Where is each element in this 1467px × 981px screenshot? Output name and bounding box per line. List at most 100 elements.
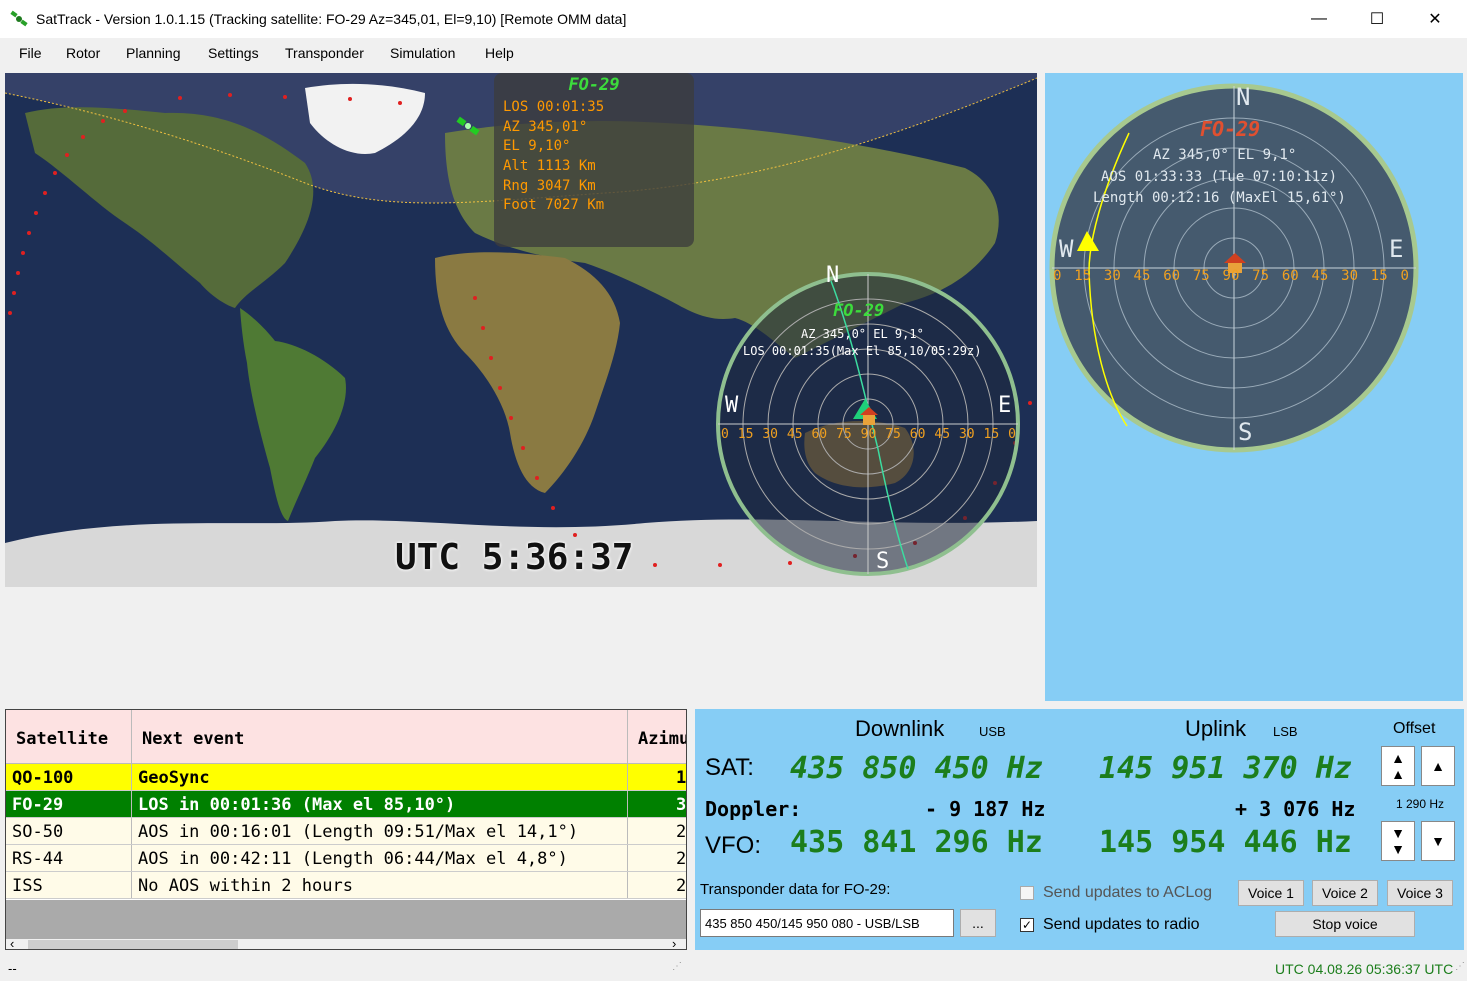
map-polar-labels: N S E W FO-29 AZ 345,0° EL 9,1° LOS 00:0… xyxy=(713,263,1023,579)
table-cell-azimuth: 1 xyxy=(628,764,686,790)
down-arrow-icon: ▼ xyxy=(1431,833,1445,849)
minimize-button[interactable]: — xyxy=(1290,0,1348,38)
sat-label: SAT: xyxy=(705,754,754,781)
info-el: EL 9,10° xyxy=(503,138,571,154)
sat-uplink-freq: 145 951 370 Hz xyxy=(1099,751,1352,786)
map-polar-scale: 0 15 30 45 60 75 90 75 60 45 30 15 0 xyxy=(721,427,1016,442)
table-cell-event: AOS in 00:42:11 (Length 06:44/Max el 4,8… xyxy=(132,845,628,871)
voice-1-button[interactable]: Voice 1 xyxy=(1238,880,1304,906)
table-cell-event: No AOS within 2 hours xyxy=(132,872,628,898)
menu-simulation[interactable]: Simulation xyxy=(390,45,455,61)
column-header-next-event[interactable]: Next event xyxy=(132,710,628,764)
satellite-app-icon xyxy=(10,10,28,27)
right-polar-aos: AOS 01:33:33 (Tue 07:10:11z) xyxy=(1101,169,1338,185)
send-aclog-label: Send updates to ACLog xyxy=(1043,884,1213,901)
offset-fast-up-button[interactable]: ▲ ▲ xyxy=(1381,746,1415,786)
table-row[interactable]: SO-50 AOS in 00:16:01 (Length 09:51/Max … xyxy=(6,818,686,845)
right-polar-s: S xyxy=(1238,418,1253,446)
transponder-label: Transponder data for FO-29: xyxy=(700,881,891,898)
info-sat-name: FO-29 xyxy=(568,75,620,95)
table-cell-satellite: RS-44 xyxy=(6,845,132,871)
downlink-mode: USB xyxy=(979,724,1006,739)
table-cell-satellite: FO-29 xyxy=(6,791,132,817)
offset-fast-down-button[interactable]: ▼ ▼ xyxy=(1381,821,1415,861)
menu-file[interactable]: File xyxy=(19,45,42,61)
map-polar-e: E xyxy=(998,393,1012,418)
vfo-downlink-freq: 435 841 296 Hz xyxy=(790,825,1043,860)
info-rng: Rng 3047 Km xyxy=(503,178,596,194)
polar-panel: N S E W FO-29 AZ 345,0° EL 9,1° AOS 01:3… xyxy=(1045,73,1463,701)
scroll-right-icon[interactable]: › xyxy=(672,936,676,949)
scroll-left-icon[interactable]: ‹ xyxy=(10,936,14,949)
column-header-azimuth[interactable]: Azimu xyxy=(628,710,686,764)
radio-panel: Downlink USB Uplink LSB Offset SAT: 435 … xyxy=(695,709,1464,950)
doppler-uplink: + 3 076 Hz xyxy=(1235,797,1356,821)
table-cell-azimuth: 2 xyxy=(628,845,686,871)
table-cell-satellite: SO-50 xyxy=(6,818,132,844)
stop-voice-button[interactable]: Stop voice xyxy=(1275,911,1415,937)
utc-clock: UTC 5:36:37 xyxy=(395,537,634,578)
menu-settings[interactable]: Settings xyxy=(208,45,259,61)
column-header-satellite[interactable]: Satellite xyxy=(6,710,132,764)
maximize-button[interactable]: ☐ xyxy=(1348,0,1406,38)
map-polar-los: LOS 00:01:35(Max El 85,10/05:29z) xyxy=(743,344,982,358)
table-row[interactable]: QO-100 GeoSync 1 xyxy=(6,764,686,791)
voice-3-button[interactable]: Voice 3 xyxy=(1387,880,1453,906)
send-radio-label: Send updates to radio xyxy=(1043,916,1200,933)
info-foot: Foot 7027 Km xyxy=(503,197,605,213)
send-radio-checkbox[interactable]: ✓ xyxy=(1020,918,1034,932)
table-cell-azimuth: 2 xyxy=(628,818,686,844)
right-polar-n: N xyxy=(1236,83,1251,111)
table-row[interactable]: ISS No AOS within 2 hours 2 xyxy=(6,872,686,899)
offset-up-button[interactable]: ▲ xyxy=(1421,746,1455,786)
satellite-info-box: FO-29 LOS 00:01:35 AZ 345,01° EL 9,10° A… xyxy=(494,73,694,247)
window-title: SatTrack - Version 1.0.1.15 (Tracking sa… xyxy=(36,11,627,27)
table-empty-area xyxy=(6,900,686,939)
info-alt: Alt 1113 Km xyxy=(503,158,596,174)
table-row[interactable]: RS-44 AOS in 00:42:11 (Length 06:44/Max … xyxy=(6,845,686,872)
table-cell-event: LOS in 00:01:36 (Max el 85,10°) xyxy=(132,791,628,817)
map-polar-w: W xyxy=(725,393,739,418)
scrollbar-thumb[interactable] xyxy=(28,940,238,949)
browse-transponder-button[interactable]: ... xyxy=(960,909,996,937)
right-polar-length: Length 00:12:16 (MaxEl 15,61°) xyxy=(1093,190,1346,206)
satellite-table[interactable]: Satellite Next event Azimu QO-100 GeoSyn… xyxy=(5,709,687,950)
transponder-data-field[interactable] xyxy=(700,909,954,937)
voice-2-button[interactable]: Voice 2 xyxy=(1312,880,1378,906)
right-polar-e: E xyxy=(1389,235,1404,263)
table-row[interactable]: FO-29 LOS in 00:01:36 (Max el 85,10°) 3 xyxy=(6,791,686,818)
menu-bar: File Rotor Planning Settings Transponder… xyxy=(0,38,884,68)
offset-value: 1 290 Hz xyxy=(1396,797,1445,811)
horizontal-scrollbar[interactable]: ‹ › xyxy=(6,936,686,949)
info-los: LOS 00:01:35 xyxy=(503,99,605,115)
info-az: AZ 345,01° xyxy=(503,119,588,135)
menu-rotor[interactable]: Rotor xyxy=(66,45,100,61)
right-polar-w: W xyxy=(1059,235,1074,263)
send-aclog-checkbox[interactable] xyxy=(1020,886,1034,900)
map-polar-title: FO-29 xyxy=(833,301,885,321)
uplink-mode: LSB xyxy=(1273,724,1298,739)
table-cell-event: AOS in 00:16:01 (Length 09:51/Max el 14,… xyxy=(132,818,628,844)
vfo-uplink-freq: 145 954 446 Hz xyxy=(1099,825,1352,860)
right-polar-title: FO-29 xyxy=(1200,117,1261,141)
menu-transponder[interactable]: Transponder xyxy=(285,45,364,61)
uplink-title: Uplink xyxy=(1185,716,1247,741)
right-polar-scale: 0 15 30 45 60 75 90 75 60 45 30 15 0 xyxy=(1053,268,1409,284)
vfo-label: VFO: xyxy=(705,832,762,859)
map-polar-az-el: AZ 345,0° EL 9,1° xyxy=(801,327,924,341)
offset-label: Offset xyxy=(1393,720,1436,737)
checkmark-icon: ✓ xyxy=(1021,918,1033,932)
downlink-title: Downlink xyxy=(855,716,945,741)
map-polar-s: S xyxy=(876,549,890,574)
menu-planning[interactable]: Planning xyxy=(126,45,181,61)
window-resize-grip-icon[interactable]: ⋰ xyxy=(1455,961,1465,972)
sat-downlink-freq: 435 850 450 Hz xyxy=(790,751,1043,786)
menu-help[interactable]: Help xyxy=(485,45,514,61)
double-up-arrow-icon: ▲ ▲ xyxy=(1391,750,1405,782)
offset-down-button[interactable]: ▼ xyxy=(1421,821,1455,861)
resize-grip-icon[interactable]: ⋰ xyxy=(672,961,682,972)
table-cell-satellite: ISS xyxy=(6,872,132,898)
close-button[interactable]: ✕ xyxy=(1406,0,1464,38)
right-polar-az-el: AZ 345,0° EL 9,1° xyxy=(1153,147,1297,163)
table-cell-satellite: QO-100 xyxy=(6,764,132,790)
